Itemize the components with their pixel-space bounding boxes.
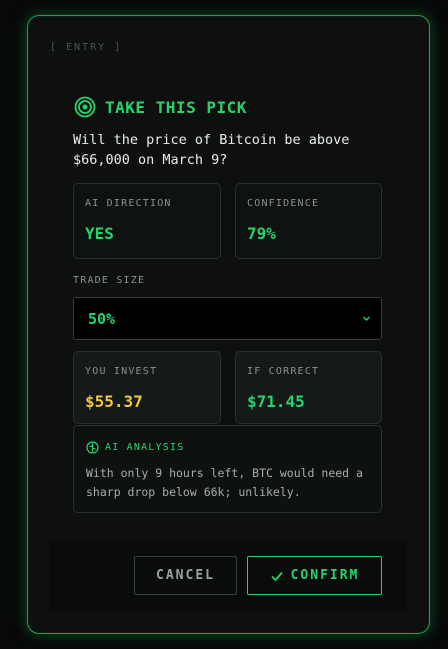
- ai-direction-label: AI DIRECTION: [85, 198, 172, 209]
- modal-heading: TAKE THIS PICK: [74, 96, 247, 118]
- ai-analysis-title: AI ANALYSIS: [105, 442, 185, 453]
- cancel-button[interactable]: CANCEL: [134, 556, 237, 595]
- chevron-down-icon: [363, 316, 370, 321]
- trade-size-label: TRADE SIZE: [73, 275, 146, 286]
- ai-direction-value: YES: [85, 224, 114, 243]
- target-icon: [74, 96, 96, 118]
- market-question: Will the price of Bitcoin be above $66,0…: [73, 132, 350, 168]
- if-correct-label: IF CORRECT: [247, 366, 320, 377]
- check-icon: [270, 571, 283, 581]
- ai-direction-card: AI DIRECTION YES: [73, 183, 221, 259]
- entry-tag: [ ENTRY ]: [50, 42, 123, 53]
- trade-size-value: 50%: [88, 310, 116, 328]
- you-invest-card: YOU INVEST $55.37: [73, 351, 221, 424]
- confirm-label: CONFIRM: [290, 568, 360, 583]
- heading-title: TAKE THIS PICK: [105, 97, 247, 117]
- cancel-label: CANCEL: [156, 568, 215, 583]
- you-invest-value: $55.37: [85, 392, 143, 411]
- you-invest-label: YOU INVEST: [85, 366, 158, 377]
- if-correct-value: $71.45: [247, 392, 305, 411]
- confirm-button[interactable]: CONFIRM: [247, 556, 382, 595]
- ai-analysis-header: AI ANALYSIS: [86, 441, 184, 454]
- confidence-card: CONFIDENCE 79%: [235, 183, 382, 259]
- ai-analysis-text: With only 9 hours left, BTC would need a…: [86, 466, 363, 499]
- ai-analysis-panel: AI ANALYSIS With only 9 hours left, BTC …: [73, 425, 382, 513]
- trade-size-select[interactable]: 50%: [73, 297, 382, 340]
- brain-icon: [86, 441, 99, 454]
- confidence-label: CONFIDENCE: [247, 198, 320, 209]
- if-correct-card: IF CORRECT $71.45: [235, 351, 382, 424]
- confidence-value: 79%: [247, 224, 276, 243]
